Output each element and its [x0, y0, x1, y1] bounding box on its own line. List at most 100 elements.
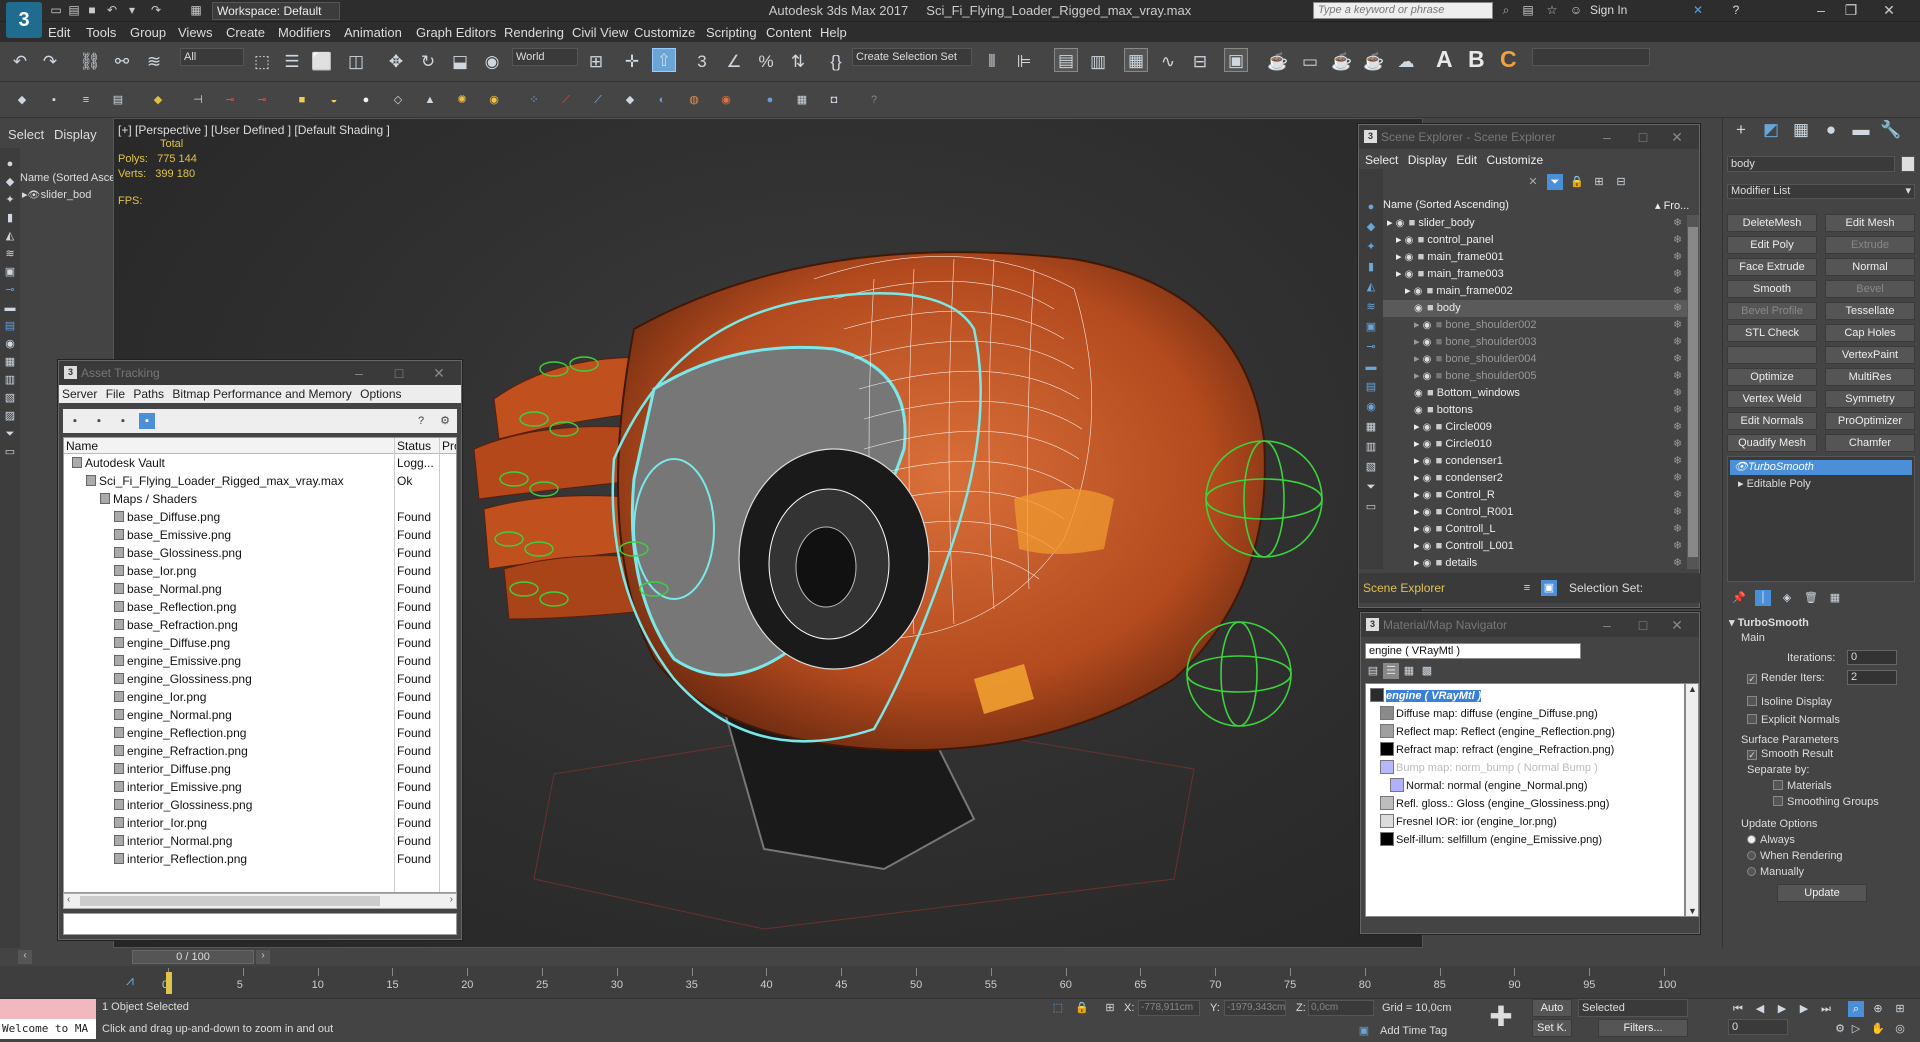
- se-layer-icon[interactable]: ≡: [1519, 580, 1535, 596]
- modifier-button[interactable]: Chamfer: [1825, 434, 1915, 452]
- filter-lights-icon[interactable]: ✦: [2, 192, 18, 208]
- selection-lock-icon[interactable]: 🔒: [1074, 1000, 1090, 1016]
- scene-tree-item[interactable]: ▸ ◉ ■ control_panel ❄: [1383, 232, 1687, 249]
- view-list-small-icon[interactable]: ☰: [1383, 663, 1399, 679]
- edit-named-sets-icon[interactable]: {}: [824, 50, 848, 74]
- freeze-icon[interactable]: ❄: [1673, 470, 1682, 487]
- link-icon[interactable]: ⛓: [78, 50, 102, 74]
- asset-row[interactable]: base_Reflection.png Found: [64, 598, 456, 616]
- absolute-mode-icon[interactable]: ⊞: [1102, 1000, 1118, 1016]
- tool-icon-5[interactable]: ◆: [150, 92, 166, 108]
- scroll-right-icon[interactable]: ›: [450, 894, 453, 905]
- menu-civil-view[interactable]: Civil View: [572, 25, 628, 40]
- asset-row[interactable]: Sci_Fi_Flying_Loader_Rigged_max_vray.max…: [64, 472, 456, 490]
- se-filter-shapes-icon[interactable]: ◆: [1363, 219, 1379, 235]
- quick-dropdown-icon[interactable]: ▾: [124, 3, 140, 17]
- percent-snap-icon[interactable]: %: [754, 50, 778, 74]
- ribbon-toggle-icon[interactable]: ▦: [1124, 48, 1148, 72]
- materials-checkbox[interactable]: [1773, 780, 1783, 790]
- info-icon[interactable]: ?: [866, 92, 882, 108]
- maximize-icon[interactable]: □: [1633, 125, 1653, 149]
- filter-geometry-icon[interactable]: ●: [2, 156, 18, 172]
- visibility-eye-icon[interactable]: ◉: [1423, 368, 1433, 385]
- pivot-center-icon[interactable]: ⊞: [584, 50, 608, 74]
- time-cursor[interactable]: [166, 972, 172, 994]
- scene-tree-item[interactable]: ▸ ◉ ■ Circle010 ❄: [1383, 436, 1687, 453]
- view-large-icons-icon[interactable]: ▩: [1419, 663, 1435, 679]
- add-time-tag-button[interactable]: Add Time Tag: [1380, 1025, 1447, 1037]
- expand-arrow-icon[interactable]: ▸: [1414, 421, 1423, 433]
- visibility-eye-icon[interactable]: ◉: [1423, 419, 1433, 436]
- freeze-icon[interactable]: ❄: [1673, 402, 1682, 419]
- visibility-eye-icon[interactable]: ◉: [1423, 538, 1433, 555]
- visibility-eye-icon[interactable]: ◉: [1423, 504, 1433, 521]
- explicit-normals-row[interactable]: Explicit Normals: [1747, 714, 1840, 726]
- at-view-icon-4[interactable]: ▪: [139, 413, 155, 429]
- se-menu-display[interactable]: Display: [1408, 153, 1447, 167]
- proxy-icon[interactable]: ⟋: [558, 92, 574, 108]
- se-hierarchy-icon[interactable]: ⊞: [1591, 174, 1607, 190]
- unlink-icon[interactable]: ⚯: [110, 50, 134, 74]
- align-icon[interactable]: ⊫: [1012, 50, 1036, 74]
- expand-arrow-icon[interactable]: ▸: [1414, 489, 1423, 501]
- col-pro[interactable]: Pro: [442, 439, 456, 453]
- at-menu-options[interactable]: Options: [360, 387, 401, 401]
- se-filter-helpers-icon[interactable]: ◭: [1363, 279, 1379, 295]
- menu-animation[interactable]: Animation: [344, 25, 402, 40]
- modifier-button[interactable]: Normal: [1825, 258, 1915, 276]
- vray-a-icon[interactable]: A: [1436, 46, 1453, 73]
- asset-hscrollbar[interactable]: ‹ ›: [63, 893, 457, 909]
- spinner-snap-icon[interactable]: ⇅: [786, 50, 810, 74]
- isoline-checkbox[interactable]: [1747, 696, 1757, 706]
- modifier-button[interactable]: [1727, 346, 1817, 364]
- asset-row[interactable]: base_Ior.png Found: [64, 562, 456, 580]
- remove-modifier-icon[interactable]: 🗑: [1803, 590, 1819, 606]
- reference-coord-dropdown[interactable]: World: [512, 48, 578, 66]
- menu-rendering[interactable]: Rendering: [504, 25, 564, 40]
- light-icon-1[interactable]: ■: [294, 92, 310, 108]
- object-name-field[interactable]: body: [1727, 156, 1895, 172]
- volume-icon[interactable]: ◍: [686, 92, 702, 108]
- se-clear-icon[interactable]: ✕: [1525, 174, 1541, 190]
- freeze-icon[interactable]: ❄: [1673, 283, 1682, 300]
- modifier-button[interactable]: Bevel: [1825, 280, 1915, 298]
- next-frame-icon[interactable]: ›: [256, 950, 270, 964]
- asset-row[interactable]: base_Diffuse.png Found: [64, 508, 456, 526]
- always-row[interactable]: Always: [1747, 834, 1795, 846]
- freeze-icon[interactable]: ❄: [1673, 300, 1682, 317]
- material-editor-icon[interactable]: ▣: [1224, 48, 1248, 72]
- se-filter-containers-icon[interactable]: ▤: [1363, 379, 1379, 395]
- keyboard-shortcut-override-icon[interactable]: ⇧: [652, 48, 676, 72]
- visibility-eye-icon[interactable]: ◉: [1414, 385, 1424, 402]
- utilities-tab-icon[interactable]: 🔧: [1879, 118, 1903, 142]
- scene-tree-item[interactable]: ▸ ◉ ■ main_frame002 ❄: [1383, 283, 1687, 300]
- vray-b-icon[interactable]: B: [1468, 46, 1485, 73]
- at-help-icon[interactable]: ?: [413, 413, 429, 429]
- modifier-button[interactable]: Symmetry: [1825, 390, 1915, 408]
- expand-arrow-icon[interactable]: ▸: [1414, 319, 1423, 331]
- scene-tree-item[interactable]: ◉ ■ Bottom_windows ❄: [1383, 385, 1687, 402]
- fov-icon[interactable]: ▷: [1848, 1021, 1864, 1037]
- expand-arrow-icon[interactable]: ▸: [1405, 285, 1414, 297]
- material-map-item[interactable]: engine ( VRayMtl ): [1370, 688, 1482, 705]
- zoom-extents-icon[interactable]: ⊞: [1892, 1001, 1908, 1017]
- subscription-icon[interactable]: ▤: [1520, 3, 1536, 17]
- visibility-eye-icon[interactable]: 👁: [28, 190, 41, 201]
- scene-tree-item[interactable]: ▸ ◉ ■ main_frame003 ❄: [1383, 266, 1687, 283]
- create-tab-icon[interactable]: +: [1729, 118, 1753, 142]
- select-manipulate-icon[interactable]: ✛: [620, 50, 644, 74]
- se-filter-find-icon[interactable]: ▭: [1363, 499, 1379, 515]
- asset-path-field[interactable]: [63, 913, 457, 935]
- scene-explorer-dialog[interactable]: 3 Scene Explorer - Scene Explorer – □ ✕ …: [1358, 124, 1701, 608]
- menu-graph-editors[interactable]: Graph Editors: [416, 25, 496, 40]
- expand-arrow-icon[interactable]: ▸: [1396, 268, 1405, 280]
- fur-icon[interactable]: ⁘: [526, 92, 542, 108]
- se-footer-label[interactable]: Scene Explorer: [1363, 581, 1445, 595]
- maxscript-mini-listener[interactable]: Welcome to MA: [0, 1019, 96, 1039]
- snaps-toggle-icon[interactable]: 3: [690, 50, 714, 74]
- freeze-icon[interactable]: ❄: [1673, 504, 1682, 521]
- restore-icon[interactable]: ❐: [1836, 2, 1866, 20]
- explicit-normals-checkbox[interactable]: [1747, 714, 1757, 724]
- filter-helpers-icon[interactable]: ◭: [2, 228, 18, 244]
- modifier-button[interactable]: Edit Mesh: [1825, 214, 1915, 232]
